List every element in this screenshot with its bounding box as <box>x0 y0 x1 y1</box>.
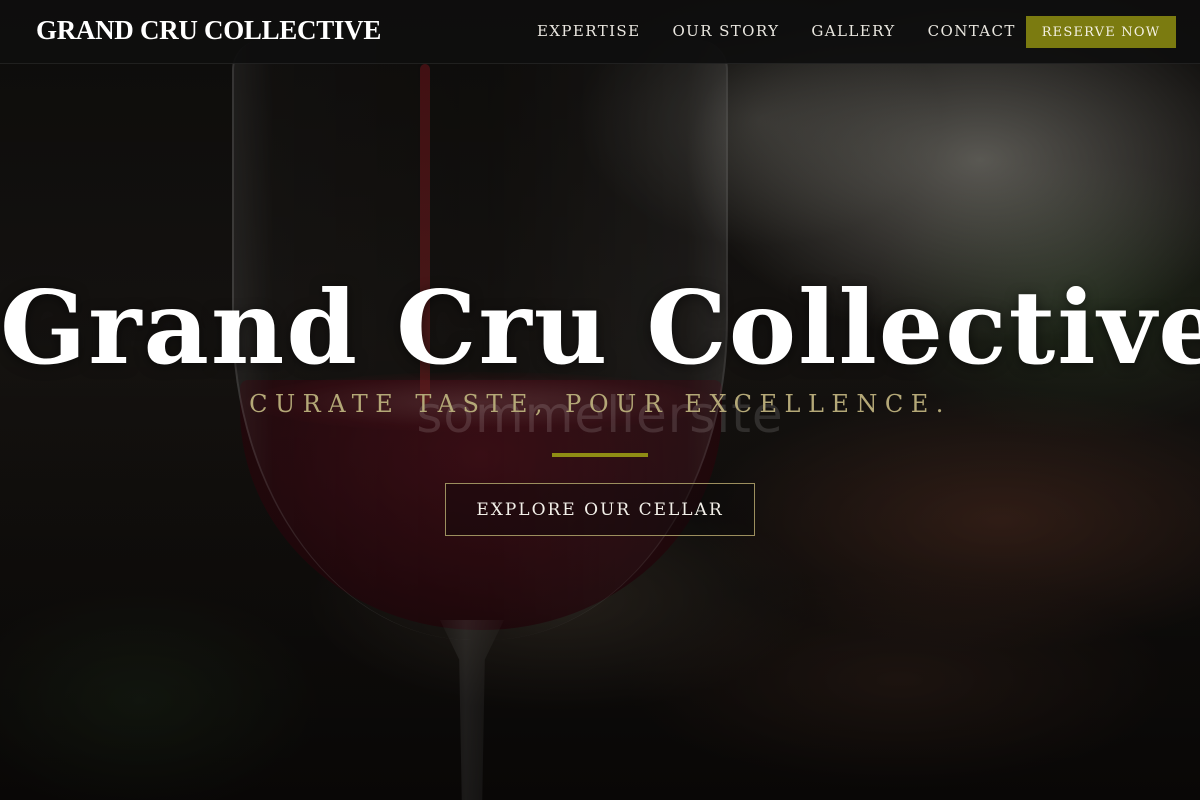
brand-logo[interactable]: GRAND CRU COLLECTIVE <box>36 15 381 46</box>
explore-cellar-button[interactable]: EXPLORE OUR CELLAR <box>445 483 755 536</box>
nav-link-gallery[interactable]: GALLERY <box>811 22 895 40</box>
nav-link-our-story[interactable]: OUR STORY <box>672 22 779 40</box>
main-menu: EXPERTISE OUR STORY GALLERY CONTACT <box>537 22 1048 40</box>
nav-link-expertise[interactable]: EXPERTISE <box>537 22 640 40</box>
reserve-now-button[interactable]: RESERVE NOW <box>1026 16 1176 48</box>
hero-title: Grand Cru Collective <box>0 268 1200 387</box>
accent-divider <box>552 453 648 457</box>
hero-tagline: CURATE TASTE, POUR EXCELLENCE. <box>249 390 951 418</box>
nav-link-contact[interactable]: CONTACT <box>928 22 1016 40</box>
top-navigation-bar: GRAND CRU COLLECTIVE EXPERTISE OUR STORY… <box>0 0 1200 64</box>
